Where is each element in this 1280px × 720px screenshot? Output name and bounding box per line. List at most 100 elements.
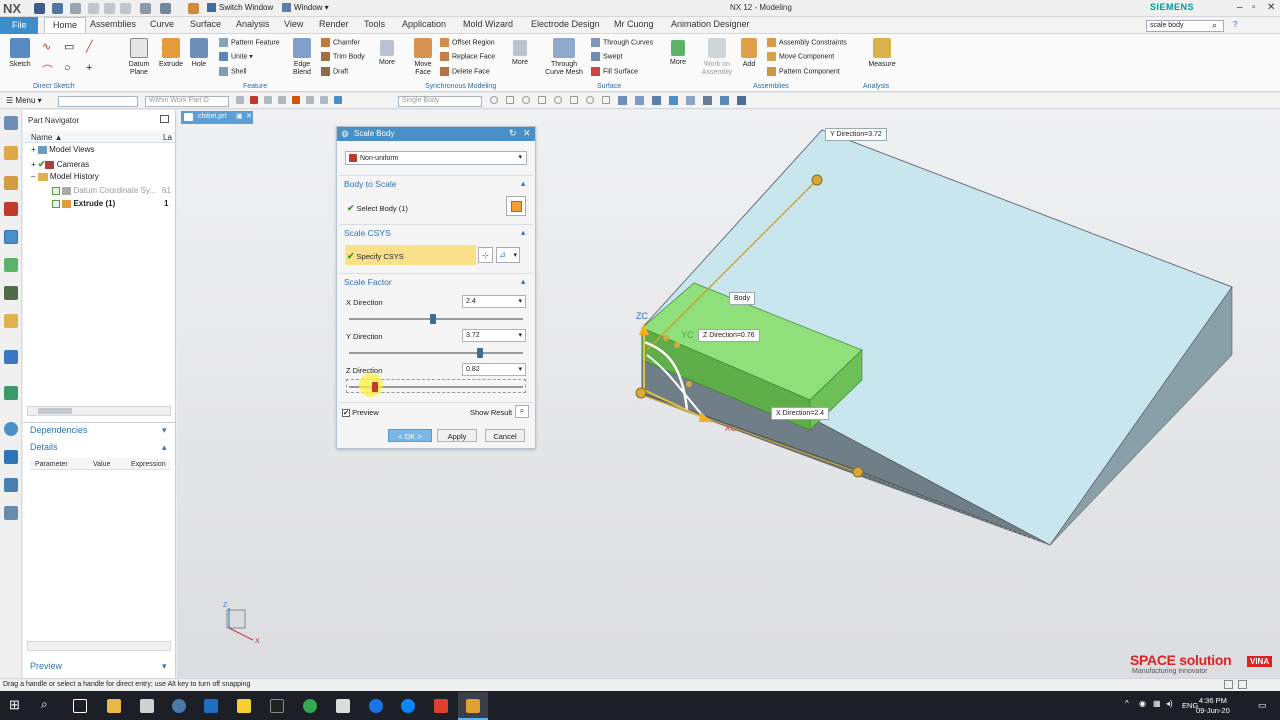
view-icon[interactable]: [737, 96, 746, 105]
tab-electrode-design[interactable]: Electrode Design: [531, 19, 600, 29]
calculator-icon[interactable]: [140, 699, 154, 713]
close-icon[interactable]: ✕: [1267, 2, 1275, 13]
search-icon[interactable]: ⌕: [41, 697, 55, 711]
snap-icon[interactable]: [320, 96, 328, 104]
tray-app-icon[interactable]: ◉: [1139, 699, 1146, 708]
history-icon[interactable]: [4, 286, 18, 300]
task-view-icon[interactable]: [73, 699, 87, 713]
details-hscrollbar[interactable]: [27, 641, 171, 651]
checkbox-checked-icon[interactable]: [52, 186, 60, 195]
tab-render[interactable]: Render: [319, 19, 349, 29]
tab-animation-designer[interactable]: Animation Designer: [671, 19, 750, 29]
x-direction-input[interactable]: 2.4 ▾: [462, 295, 526, 308]
chamfer-button[interactable]: Chamfer: [321, 38, 360, 47]
window-menu-button[interactable]: Window ▾: [282, 3, 329, 13]
through-curve-mesh-button[interactable]: Through Curve Mesh: [541, 38, 587, 77]
file-explorer-icon[interactable]: [107, 699, 121, 713]
checkbox-checked-icon[interactable]: [52, 199, 60, 208]
repeat-command-icon[interactable]: [140, 3, 151, 14]
z-direction-slider-thumb[interactable]: [372, 382, 379, 392]
datum-plane-button[interactable]: Datum Plane: [124, 38, 154, 77]
x-direction-label[interactable]: X Direction=2.4: [771, 407, 830, 420]
zalo-icon[interactable]: [401, 699, 415, 713]
tab-application[interactable]: Application: [402, 19, 446, 29]
point-snap-icon[interactable]: [538, 96, 546, 104]
move-face-button[interactable]: Move Face: [409, 38, 437, 77]
network-icon[interactable]: ▦: [1153, 699, 1161, 708]
snap-icon[interactable]: [278, 96, 286, 104]
swept-button[interactable]: Swept: [591, 52, 622, 61]
profile-icon[interactable]: ∿: [42, 40, 51, 53]
preview-checkbox[interactable]: ✔ Preview: [342, 408, 379, 418]
file-tab-close-icon[interactable]: ✕: [246, 112, 252, 120]
view-icon[interactable]: [669, 96, 678, 105]
tree-item-datum-csys[interactable]: Datum Coordinate Sy...: [52, 186, 156, 195]
clock-icon[interactable]: [4, 422, 18, 436]
process-studio-icon[interactable]: [4, 314, 18, 328]
tab-tools[interactable]: Tools: [364, 19, 385, 29]
file-tab-save-icon[interactable]: ▣: [236, 112, 243, 120]
tree-item-model-history[interactable]: – Model History: [31, 172, 99, 181]
dependencies-header[interactable]: Dependencies: [30, 425, 88, 435]
selection-scope-select[interactable]: Within Work Part O: [145, 96, 229, 107]
assembly-navigator-icon[interactable]: [4, 116, 18, 130]
tab-mold-wizard[interactable]: Mold Wizard: [463, 19, 513, 29]
select-body-row[interactable]: ✔ Select Body (1): [347, 203, 408, 214]
arc-icon[interactable]: ⌒: [42, 62, 53, 78]
app-icon[interactable]: [369, 699, 383, 713]
tray-chevron-icon[interactable]: ^: [1125, 699, 1129, 708]
tree-item-extrude[interactable]: Extrude (1): [52, 199, 115, 208]
touch-mode-icon[interactable]: [160, 3, 171, 14]
search-icon[interactable]: ⌕: [1212, 20, 1217, 31]
tab-view[interactable]: View: [284, 19, 303, 29]
copy-icon[interactable]: [104, 3, 115, 14]
y-direction-input[interactable]: 3.72 ▾: [462, 329, 526, 342]
section-body-to-scale[interactable]: Body to Scale: [344, 179, 396, 189]
rectangle-icon[interactable]: ▭: [64, 40, 74, 53]
point-icon[interactable]: +: [86, 62, 92, 74]
reader-icon[interactable]: [336, 699, 350, 713]
csys-dialog-button[interactable]: ⊹: [478, 247, 493, 263]
scale-handle[interactable]: [811, 174, 823, 186]
tab-mr-cuong[interactable]: Mr Cuong: [614, 19, 654, 29]
help-icon[interactable]: ?: [1233, 20, 1237, 29]
fill-surface-button[interactable]: Fill Surface: [591, 67, 638, 76]
tab-curve[interactable]: Curve: [150, 19, 174, 29]
shell-button[interactable]: Shell: [219, 67, 247, 76]
measure-tool-icon[interactable]: [4, 450, 18, 464]
view-icon[interactable]: [686, 96, 695, 105]
csys-type-dropdown[interactable]: ⊿ ▾: [496, 247, 520, 263]
save-icon[interactable]: [34, 3, 45, 14]
y-direction-slider[interactable]: [349, 352, 523, 354]
chevron-up-icon[interactable]: ▴: [162, 442, 167, 453]
part-navigator-icon[interactable]: [4, 176, 18, 190]
type-select[interactable]: Non-uniform ▾: [345, 151, 527, 165]
navigator-hscrollbar[interactable]: [27, 406, 171, 416]
measure-button[interactable]: Measure: [866, 38, 898, 69]
snap-icon[interactable]: [306, 96, 314, 104]
replace-face-button[interactable]: Replace Face: [440, 52, 495, 61]
delete-face-button[interactable]: Delete Face: [440, 67, 490, 76]
scale-handle[interactable]: [635, 387, 647, 399]
selection-intent-select[interactable]: Single Body: [398, 96, 482, 107]
constraint-navigator-icon[interactable]: [4, 146, 18, 160]
type-filter-select[interactable]: [58, 96, 138, 107]
assembly-constraints-button[interactable]: Assembly Constraints: [767, 38, 847, 47]
surface-more-button[interactable]: More: [666, 40, 690, 67]
tab-file[interactable]: File: [0, 17, 38, 34]
work-on-assembly-button[interactable]: Work on Assembly: [700, 38, 734, 77]
unite-button[interactable]: Unite ▾: [219, 52, 253, 61]
column-expression[interactable]: Expression: [131, 461, 166, 468]
sync-more-button[interactable]: More: [508, 40, 532, 67]
extrude-button[interactable]: Extrude: [156, 38, 186, 69]
minimize-icon[interactable]: –: [1237, 2, 1243, 13]
pattern-feature-button[interactable]: Pattern Feature: [219, 38, 280, 47]
view-icon[interactable]: [720, 96, 729, 105]
undo-icon[interactable]: [52, 3, 63, 14]
section-scale-factor[interactable]: Scale Factor: [344, 277, 392, 287]
view-icon[interactable]: [618, 96, 627, 105]
point-snap-icon[interactable]: [570, 96, 578, 104]
point-snap-icon[interactable]: [586, 96, 594, 104]
column-la[interactable]: La: [163, 133, 172, 142]
cut-icon[interactable]: [88, 3, 99, 14]
